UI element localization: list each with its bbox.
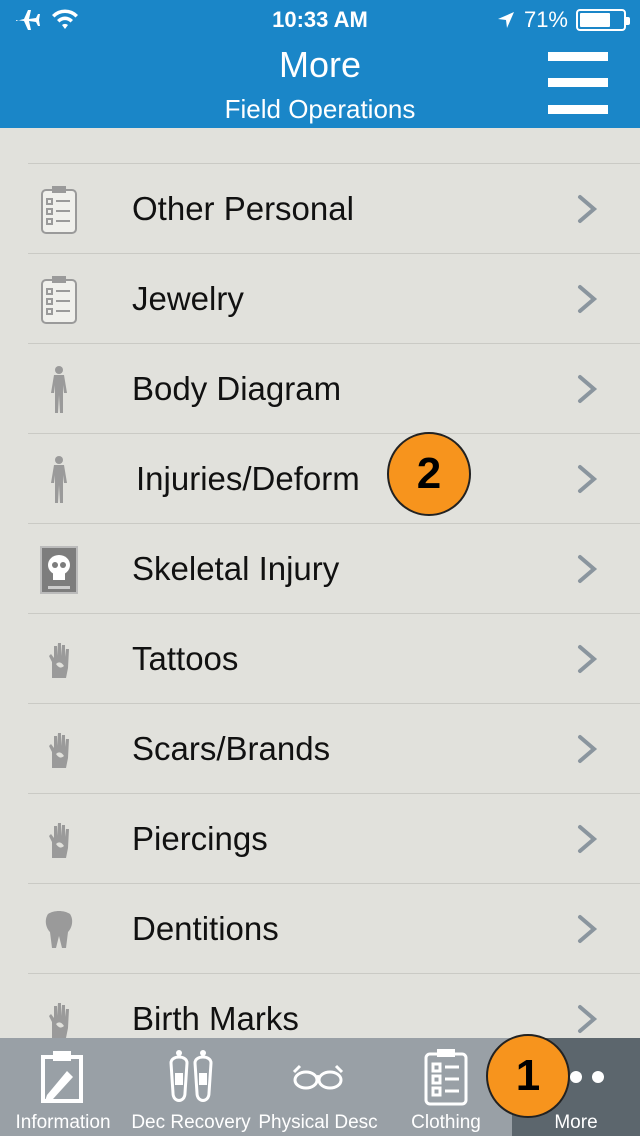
list-item-label: Tattoos xyxy=(132,640,239,677)
hand-icon xyxy=(38,816,80,864)
page-subtitle: Field Operations xyxy=(224,94,416,124)
tooth-icon xyxy=(38,906,80,954)
tab-information[interactable]: Information xyxy=(0,1038,126,1136)
chevron-right-icon xyxy=(578,915,598,943)
chevron-right-icon xyxy=(578,465,598,493)
tab-label: Information xyxy=(15,1112,111,1133)
list-item-label: Skeletal Injury xyxy=(132,550,340,587)
hamburger-icon[interactable] xyxy=(548,52,608,114)
clipboard-icon xyxy=(38,186,80,234)
status-bar: 10:33 AM 71% xyxy=(0,0,640,40)
list-item-label: Scars/Brands xyxy=(132,730,331,767)
body-icon xyxy=(38,456,80,504)
chevron-right-icon xyxy=(578,735,598,763)
list-item-scars-brands[interactable]: Scars/Brands xyxy=(28,703,640,793)
hand-icon xyxy=(38,726,80,774)
tab-label: Dec Recovery xyxy=(131,1112,251,1133)
tab-label: Physical Desc xyxy=(258,1112,378,1133)
tab-physical-desc[interactable]: Physical Desc xyxy=(256,1038,380,1136)
list-item-label: Piercings xyxy=(132,820,268,857)
list-item-label: Dentitions xyxy=(132,910,279,947)
page-title: More xyxy=(278,44,362,85)
hand-icon xyxy=(38,636,80,684)
list-item-label: Birth Marks xyxy=(132,1000,299,1037)
list-item-label: Injuries/Deform xyxy=(136,460,360,497)
annotation-badge-1: 1 xyxy=(486,1034,570,1118)
navigation-header: 10:33 AM 71% More Field Operations xyxy=(0,0,640,128)
list-item-skeletal-injury[interactable]: Skeletal Injury xyxy=(28,523,640,613)
list-item-label: Jewelry xyxy=(132,280,244,317)
chevron-right-icon xyxy=(578,645,598,673)
skull-icon xyxy=(38,546,80,594)
tab-dec-recovery[interactable]: Dec Recovery xyxy=(126,1038,256,1136)
chevron-right-icon xyxy=(578,285,598,313)
list-item-label: Body Diagram xyxy=(132,370,342,407)
location-arrow-icon xyxy=(497,12,514,28)
clipboard-icon xyxy=(38,276,80,324)
list-item-body-diagram[interactable]: Body Diagram xyxy=(28,343,640,433)
body-icon xyxy=(38,366,80,414)
more-menu-list: Other Personal Jewelry Body Diagram Inju… xyxy=(0,163,640,1063)
feet-icon xyxy=(126,1048,256,1106)
annotation-badge-2: 2 xyxy=(387,432,471,516)
battery-percent: 71% xyxy=(523,7,568,32)
clipboard-pen-icon xyxy=(0,1048,126,1106)
list-item-jewelry[interactable]: Jewelry xyxy=(28,253,640,343)
battery-icon xyxy=(576,9,630,31)
chevron-right-icon xyxy=(578,555,598,583)
glasses-icon xyxy=(256,1048,380,1106)
list-item-other-personal[interactable]: Other Personal xyxy=(28,163,640,253)
list-item-dentitions[interactable]: Dentitions xyxy=(28,883,640,973)
list-item-injuries-deform[interactable]: Injuries/Deform xyxy=(28,433,640,523)
list-item-tattoos[interactable]: Tattoos xyxy=(28,613,640,703)
list-item-label: Other Personal xyxy=(132,190,354,227)
chevron-right-icon xyxy=(578,1005,598,1033)
list-item-piercings[interactable]: Piercings xyxy=(28,793,640,883)
chevron-right-icon xyxy=(578,825,598,853)
hand-icon xyxy=(38,996,80,1044)
chevron-right-icon xyxy=(578,195,598,223)
chevron-right-icon xyxy=(578,375,598,403)
tab-label: Clothing xyxy=(411,1112,481,1133)
